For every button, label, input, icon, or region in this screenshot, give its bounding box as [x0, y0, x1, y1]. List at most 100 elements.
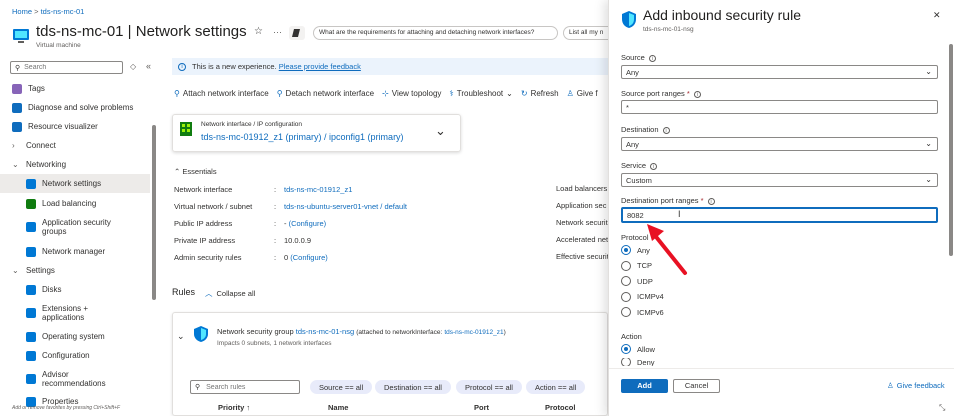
- sidebar-item-resource-visualizer[interactable]: Resource visualizer: [0, 117, 150, 136]
- filter-pill-source[interactable]: Source == all: [310, 380, 373, 394]
- radio-button[interactable]: [621, 276, 631, 286]
- col-port[interactable]: Port: [474, 403, 489, 412]
- breadcrumb-home[interactable]: Home: [12, 7, 32, 16]
- sidebar-item-icon: [26, 178, 36, 189]
- destination-dropdown[interactable]: Any ⌄: [621, 137, 938, 151]
- info-icon[interactable]: i: [650, 162, 658, 170]
- favorite-star-icon[interactable]: ☆: [254, 26, 263, 37]
- detach-nic-button[interactable]: ⚲ Detach network interface: [277, 89, 374, 98]
- troubleshoot-button[interactable]: ⚕ Troubleshoot ⌄: [449, 89, 512, 98]
- col-protocol[interactable]: Protocol: [545, 403, 575, 412]
- attach-nic-button[interactable]: ⚲ Attach network interface: [174, 89, 269, 98]
- chevron-down-icon[interactable]: ⌄: [177, 331, 185, 342]
- chevron-right-icon: ›: [12, 141, 15, 150]
- essentials-right-key: Accelerated net: [556, 235, 608, 244]
- sidebar-item-network-manager[interactable]: Network manager: [0, 242, 150, 261]
- sidebar-footer-hint: Add or remove favorites by pressing Ctrl…: [12, 405, 121, 411]
- radio-button[interactable]: [621, 344, 631, 354]
- essentials-right-key: Application sec: [556, 201, 607, 210]
- troubleshoot-label: Troubleshoot: [456, 89, 504, 98]
- sidebar-item-advisor-recommendations[interactable]: Advisor recommendations: [0, 368, 150, 390]
- essentials-row: Private IP address:10.0.0.9: [174, 232, 554, 249]
- info-icon[interactable]: i: [707, 197, 715, 205]
- required-marker: *: [700, 196, 704, 205]
- sidebar-item-network-settings[interactable]: Network settings: [0, 174, 150, 193]
- chevron-down-icon[interactable]: ⌄: [435, 123, 446, 139]
- src-ports-input[interactable]: *: [621, 100, 938, 114]
- protocol-radio-icmpv4[interactable]: ICMPv4: [621, 291, 664, 302]
- sidebar-item-label: Operating system: [42, 332, 105, 341]
- rules-search-input[interactable]: [206, 383, 287, 391]
- radio-button[interactable]: [621, 291, 631, 302]
- breadcrumb-resource[interactable]: tds-ns-mc-01: [41, 7, 85, 16]
- info-icon[interactable]: i: [693, 90, 701, 98]
- rules-search[interactable]: ⚲: [190, 380, 300, 394]
- sidebar-item-tags[interactable]: Tags: [0, 79, 150, 98]
- collapse-all-button[interactable]: ︿ Collapse all: [205, 288, 255, 299]
- cancel-button[interactable]: Cancel: [673, 379, 720, 393]
- nic-card-value[interactable]: tds-ns-mc-01912_z1 (primary) / ipconfig1…: [201, 132, 404, 142]
- sidebar-item-settings[interactable]: ⌄ Settings: [0, 261, 150, 280]
- sidebar-item-label: Disks: [42, 285, 62, 294]
- sidebar-item-diagnose-and-solve-problems[interactable]: Diagnose and solve problems: [0, 98, 150, 117]
- sidebar-item-networking[interactable]: ⌄ Networking: [0, 155, 150, 174]
- essentials-value[interactable]: tds-ns-ubuntu-server01-vnet / default: [284, 202, 407, 211]
- essentials-value[interactable]: tds-ns-mc-01912_z1: [284, 185, 352, 194]
- give-feedback-link[interactable]: ♙ Give feedback: [887, 381, 945, 390]
- nsg-nic-link[interactable]: tds-ns-mc-01912_z1: [444, 329, 503, 336]
- sidebar-item-connect[interactable]: › Connect: [0, 136, 150, 155]
- copilot-suggestion-chip[interactable]: What are the requirements for attaching …: [313, 26, 558, 40]
- nic-config-card[interactable]: Network interface / IP configuration tds…: [172, 114, 461, 152]
- refresh-button[interactable]: ↻ Refresh: [521, 89, 559, 98]
- sidebar-item-application-security-groups[interactable]: Application security groups: [0, 216, 150, 238]
- resize-handle-icon[interactable]: ⤡: [939, 403, 945, 413]
- radio-button[interactable]: [621, 245, 631, 255]
- filter-pill-protocol[interactable]: Protocol == all: [456, 380, 522, 394]
- service-dropdown[interactable]: Custom ⌄: [621, 173, 938, 187]
- essentials-header[interactable]: ⌃ Essentials: [174, 167, 217, 176]
- copilot-suggestion-chip-2[interactable]: List all my n: [563, 26, 608, 40]
- col-name[interactable]: Name: [328, 403, 348, 412]
- info-icon[interactable]: i: [648, 54, 656, 62]
- protocol-option-label: ICMPv4: [637, 292, 664, 301]
- sidebar-scrollbar[interactable]: [152, 125, 156, 300]
- filter-pill-action[interactable]: Action == all: [526, 380, 586, 394]
- radio-button[interactable]: [621, 358, 631, 366]
- topology-label: View topology: [391, 89, 442, 98]
- src-ports-value: *: [626, 103, 629, 112]
- panel-scrollbar[interactable]: [949, 44, 953, 256]
- dest-ports-label: Destination port ranges * i: [621, 196, 715, 205]
- give-feedback-button[interactable]: ♙ Give f: [567, 89, 598, 98]
- sidebar-search[interactable]: ⚲: [10, 61, 123, 74]
- col-priority[interactable]: Priority ↑: [218, 403, 250, 412]
- action-radio-allow[interactable]: Allow: [621, 344, 655, 354]
- collapse-sidebar-icon[interactable]: «: [146, 61, 151, 71]
- required-marker: *: [686, 89, 690, 98]
- more-options-icon[interactable]: ···: [273, 27, 282, 37]
- filter-pill-destination[interactable]: Destination == all: [375, 380, 451, 394]
- info-icon[interactable]: i: [662, 126, 670, 134]
- nsg-name-link[interactable]: tds-ns-mc-01-nsg: [296, 327, 354, 336]
- sidebar-item-load-balancing[interactable]: Load balancing: [0, 194, 150, 213]
- copilot-icon[interactable]: [289, 26, 305, 40]
- radio-button[interactable]: [621, 307, 631, 317]
- sidebar-search-input[interactable]: [24, 64, 115, 71]
- radio-button[interactable]: [621, 260, 631, 271]
- collapse-icon: ︿: [205, 289, 213, 298]
- sidebar-item-label: Diagnose and solve problems: [28, 103, 134, 112]
- sidebar-item-icon: [12, 121, 22, 132]
- feedback-link[interactable]: Please provide feedback: [279, 62, 361, 71]
- protocol-radio-icmpv6[interactable]: ICMPv6: [621, 307, 664, 317]
- sidebar-item-configuration[interactable]: Configuration: [0, 346, 150, 365]
- add-button[interactable]: Add: [621, 379, 668, 393]
- view-topology-button[interactable]: ⊹ View topology: [382, 89, 441, 98]
- close-icon[interactable]: ✕: [933, 10, 941, 21]
- filter-icon[interactable]: ◇: [130, 62, 136, 71]
- sidebar-item-disks[interactable]: Disks: [0, 280, 150, 299]
- page-title: tds-ns-mc-01 | Network settings: [36, 23, 247, 40]
- sidebar-item-extensions-applications[interactable]: Extensions + applications: [0, 302, 150, 324]
- essentials-colon: :: [274, 185, 277, 194]
- sidebar-item-operating-system[interactable]: Operating system: [0, 327, 150, 346]
- action-radio-deny[interactable]: Deny: [621, 358, 655, 366]
- source-dropdown[interactable]: Any ⌄: [621, 65, 938, 79]
